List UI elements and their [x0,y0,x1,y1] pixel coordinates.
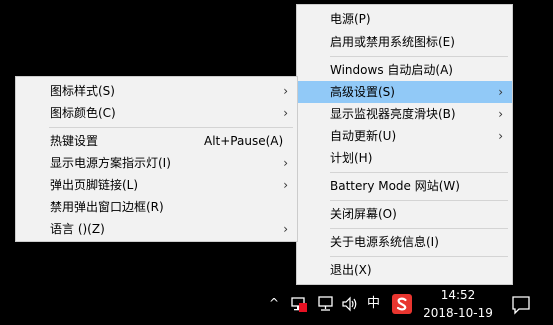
menu-separator [330,56,508,57]
menu-item-label: Windows 自动启动(A) [330,63,453,77]
menu-item-about[interactable]: 关于电源系统信息(I) [297,231,512,253]
menu-item-windows-autostart[interactable]: Windows 自动启动(A) [297,59,512,81]
menu-item-label: 显示电源方案指示灯(I) [50,156,171,170]
menu-item-exit[interactable]: 退出(X) [297,259,512,281]
chevron-right-icon: › [283,178,288,192]
show-hidden-icons-chevron-icon[interactable]: ^ [269,295,279,311]
chevron-right-icon: › [283,222,288,236]
menu-item-toggle-system-icons[interactable]: 启用或禁用系统图标(E) [297,31,512,53]
menu-item-language[interactable]: 语言 ()(Z) › [16,218,297,240]
clock-date[interactable]: 2018-10-19 [420,306,496,320]
action-center-notification-icon[interactable] [511,295,531,315]
menu-item-icon-color[interactable]: 图标颜色(C) › [16,102,297,124]
menu-item-label: 计划(H) [330,151,373,165]
menu-item-hotkey-settings[interactable]: 热键设置 Alt+Pause(A) [16,130,297,152]
menu-item-label: 高级设置(S) [330,85,395,99]
menu-item-brightness-slider[interactable]: 显示监视器亮度滑块(B) › [297,103,512,125]
menu-item-label: 退出(X) [330,263,372,277]
menu-item-popup-footer-links[interactable]: 弹出页脚链接(L) › [16,174,297,196]
menu-item-label: 电源(P) [330,12,371,26]
menu-item-shortcut: Alt+Pause(A) [204,134,284,148]
menu-item-label: 关于电源系统信息(I) [330,235,439,249]
menu-item-advanced-settings[interactable]: 高级设置(S) › [297,81,512,103]
menu-item-label: 自动更新(U) [330,129,397,143]
menu-item-schedule[interactable]: 计划(H) [297,147,512,169]
network-icon[interactable] [317,296,335,312]
menu-item-label: 显示监视器亮度滑块(B) [330,107,456,121]
menu-item-website[interactable]: Battery Mode 网站(W) [297,175,512,197]
chevron-right-icon: › [283,156,288,170]
menu-item-label: 图标样式(S) [50,84,115,98]
clock-time[interactable]: 14:52 [420,288,496,302]
ime-mode-indicator[interactable]: 中 [367,296,380,312]
menu-item-label: 禁用弹出窗口边框(R) [50,200,164,214]
menu-item-label: 热键设置 [50,134,99,148]
menu-item-label: 关闭屏幕(O) [330,207,397,221]
menu-item-icon-style[interactable]: 图标样式(S) › [16,80,297,102]
battery-mode-power-icon[interactable] [290,295,308,313]
taskbar: ^ 中 14:52 2018-10-19 [0,285,553,325]
main-context-menu: 电源(P) 启用或禁用系统图标(E) Windows 自动启动(A) 高级设置(… [296,4,513,285]
menu-item-label: 弹出页脚链接(L) [50,178,139,192]
chevron-right-icon: › [283,106,288,120]
menu-item-label: 启用或禁用系统图标(E) [330,35,455,49]
menu-item-label: 语言 ()(Z) [50,222,105,236]
menu-item-disable-popup-border[interactable]: 禁用弹出窗口边框(R) [16,196,297,218]
menu-separator [330,172,508,173]
chevron-right-icon: › [283,84,288,98]
advanced-settings-submenu: 图标样式(S) › 图标颜色(C) › 热键设置 Alt+Pause(A) 显示… [15,76,298,242]
volume-icon[interactable] [341,296,359,312]
menu-item-power-plan-indicator[interactable]: 显示电源方案指示灯(I) › [16,152,297,174]
chevron-right-icon: › [498,107,503,121]
menu-item-power[interactable]: 电源(P) [297,8,512,30]
menu-item-label: Battery Mode 网站(W) [330,179,460,193]
menu-separator [330,228,508,229]
menu-separator [330,256,508,257]
chevron-right-icon: › [498,85,503,99]
sogou-ime-icon[interactable] [392,294,412,314]
chevron-right-icon: › [498,129,503,143]
menu-separator [330,200,508,201]
menu-item-label: 图标颜色(C) [50,106,116,120]
menu-item-auto-update[interactable]: 自动更新(U) › [297,125,512,147]
menu-item-screen-off[interactable]: 关闭屏幕(O) [297,203,512,225]
menu-separator [49,127,293,128]
